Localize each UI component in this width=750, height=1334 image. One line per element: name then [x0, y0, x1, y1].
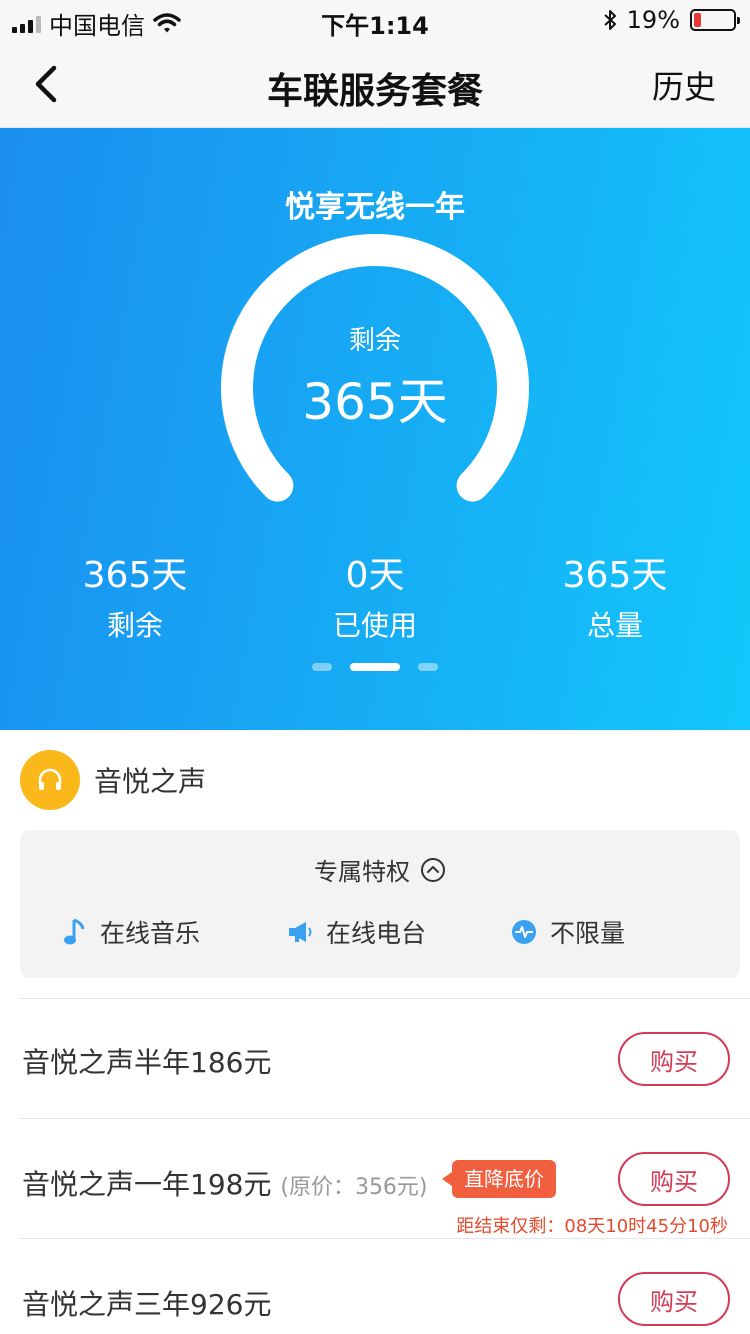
battery-fill — [694, 13, 701, 27]
package-title: 音悦之声三年926元 — [22, 1288, 272, 1321]
page-title: 车联服务套餐 — [266, 71, 483, 112]
privilege-label: 在线电台 — [326, 919, 427, 948]
usage-stats: 365天 剩余 0天 已使用 365天 总量 — [0, 546, 750, 642]
privilege-item: 不限量 — [510, 914, 625, 950]
battery-icon — [690, 9, 740, 31]
gauge-value: 365天 — [302, 373, 448, 431]
privilege-label: 不限量 — [550, 919, 626, 948]
service-header: 音悦之声 — [20, 750, 206, 810]
privilege-item: 在线电台 — [286, 914, 426, 950]
page-dot[interactable] — [312, 663, 332, 671]
status-right: 19% — [603, 6, 740, 34]
privilege-title: 专属特权 — [314, 858, 410, 886]
history-button[interactable]: 历史 — [652, 62, 716, 108]
package-title: 音悦之声一年198元 — [22, 1168, 272, 1201]
page-dot[interactable] — [350, 663, 400, 671]
package-title: 音悦之声半年186元 — [22, 1046, 272, 1079]
headphones-icon — [20, 750, 80, 810]
package-row-half-year: 音悦之声半年186元 购买 — [0, 999, 750, 1119]
bluetooth-icon — [603, 10, 616, 30]
music-note-icon — [64, 918, 85, 945]
buy-button[interactable]: 购买 — [618, 1272, 730, 1326]
privilege-label: 在线音乐 — [100, 919, 201, 948]
privilege-item: 在线音乐 — [62, 914, 200, 950]
countdown-timer: 距结束仅剩：08天10时45分10秒 — [456, 1216, 728, 1237]
service-name: 音悦之声 — [94, 765, 207, 798]
megaphone-icon — [289, 922, 312, 942]
buy-button[interactable]: 购买 — [618, 1152, 730, 1206]
gauge-label: 剩余 — [348, 326, 401, 356]
stat-value: 0天 — [345, 555, 405, 596]
stat-remaining: 365天 剩余 — [35, 546, 235, 644]
page-dot[interactable] — [418, 663, 438, 671]
nav-bar: 车联服务套餐 历史 — [0, 40, 750, 128]
chevron-up-circle-icon — [421, 857, 445, 882]
stat-value: 365天 — [562, 555, 668, 596]
pulse-icon — [512, 920, 536, 944]
stat-used: 0天 已使用 — [275, 546, 475, 644]
privilege-panel: 专属特权 在线音乐 在线电台 不限量 — [20, 830, 740, 978]
stat-label: 剩余 — [106, 609, 163, 642]
page-indicator[interactable] — [0, 663, 750, 671]
package-row-three-year: 音悦之声三年926元 购买 — [0, 1239, 750, 1334]
package-title-group: 音悦之声一年198元 (原价：356元) — [22, 1163, 428, 1203]
stat-label: 总量 — [586, 609, 643, 642]
package-row-one-year: 音悦之声一年198元 (原价：356元) 直降底价 购买 距结束仅剩：08天10… — [0, 1119, 750, 1239]
price-drop-badge: 直降底价 — [442, 1160, 556, 1198]
plan-name: 悦享无线一年 — [285, 190, 465, 225]
stat-label: 已使用 — [332, 609, 417, 642]
buy-button[interactable]: 购买 — [618, 1032, 730, 1086]
status-bar: 中国电信 下午1:14 19% — [0, 0, 750, 40]
original-price: (原价：356元) — [280, 1175, 428, 1200]
plan-hero: 悦享无线一年 剩余 365天 365天 剩余 0天 已使用 365天 总量 — [0, 128, 750, 730]
privilege-toggle[interactable]: 专属特权 — [20, 852, 740, 887]
battery-percent: 19% — [626, 6, 680, 34]
privilege-list: 在线音乐 在线电台 不限量 — [20, 914, 740, 948]
stat-value: 365天 — [82, 555, 188, 596]
stat-total: 365天 总量 — [515, 546, 715, 644]
